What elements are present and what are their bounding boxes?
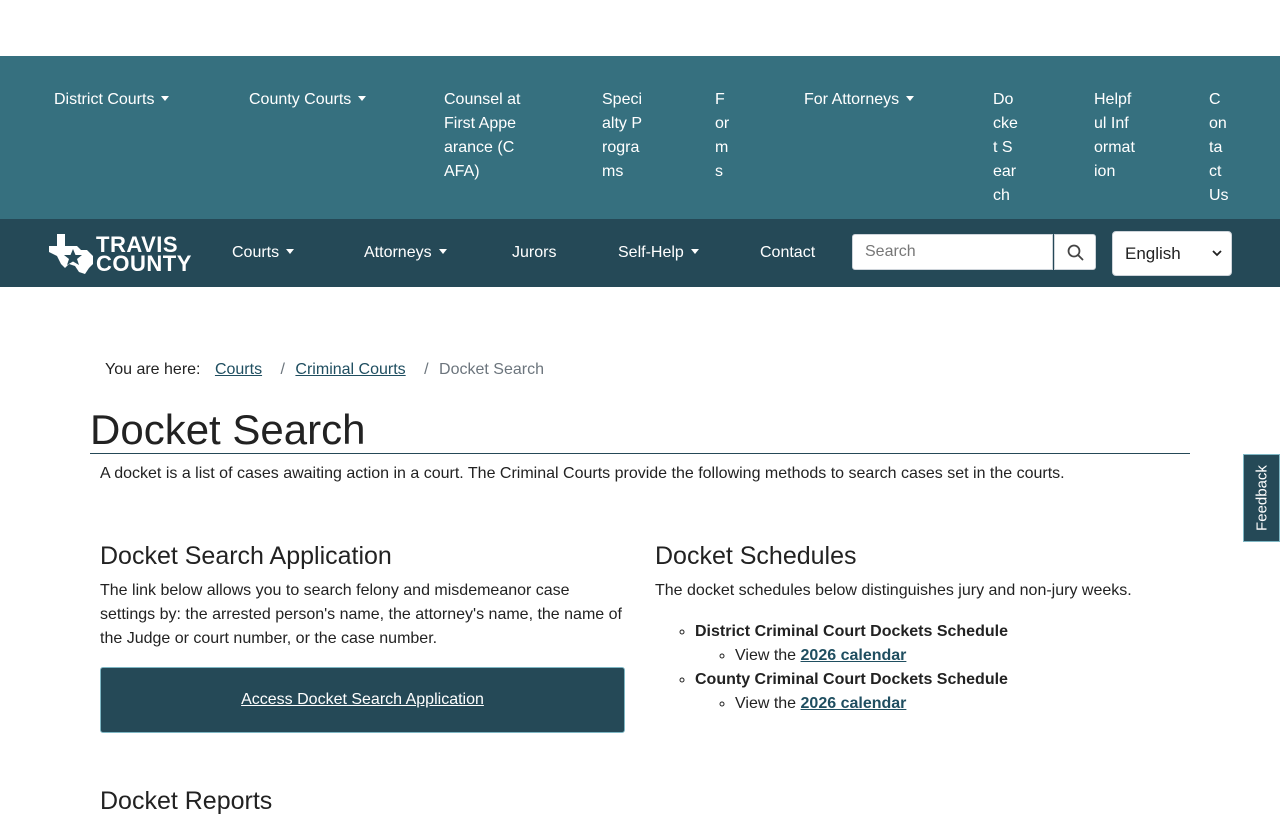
- subnav-contact-us[interactable]: Contact Us: [1209, 88, 1229, 208]
- search-button[interactable]: [1054, 234, 1096, 270]
- docket-reports-heading: Docket Reports: [100, 787, 273, 815]
- chevron-down-icon: [906, 96, 915, 101]
- access-docket-search-button[interactable]: Access Docket Search Application: [100, 667, 625, 733]
- chevron-down-icon: [161, 96, 170, 101]
- courts-subnav: District Courts County Courts Counsel at…: [0, 56, 1280, 219]
- language-select[interactable]: English: [1112, 231, 1232, 276]
- breadcrumb-courts-link[interactable]: Courts: [215, 361, 262, 378]
- breadcrumb-criminal-courts-link[interactable]: Criminal Courts: [295, 361, 405, 378]
- breadcrumb: You are here: Courts / Criminal Courts /…: [105, 360, 544, 380]
- page-title: Docket Search: [90, 406, 366, 453]
- texas-star-icon: [49, 234, 93, 274]
- subnav-for-attorneys[interactable]: For Attorneys: [804, 88, 915, 112]
- nav-jurors[interactable]: Jurors: [512, 242, 556, 264]
- schedules-heading: Docket Schedules: [655, 542, 857, 570]
- feedback-tab[interactable]: Feedback: [1243, 454, 1280, 542]
- subnav-district-label: District Courts: [54, 91, 155, 108]
- subnav-specialty-programs[interactable]: Specialty Programs: [602, 88, 644, 184]
- chevron-down-icon: [1212, 250, 1222, 257]
- breadcrumb-separator: /: [280, 361, 285, 378]
- chevron-down-icon: [358, 96, 367, 101]
- view-the-text: View the: [735, 695, 797, 712]
- district-calendar-link[interactable]: 2026 calendar: [801, 647, 907, 664]
- subnav-forms[interactable]: Forms: [715, 88, 731, 184]
- intro-text: A docket is a list of cases awaiting act…: [100, 465, 1065, 482]
- title-divider: [90, 453, 1190, 454]
- feedback-label: Feedback: [1253, 465, 1270, 531]
- chevron-down-icon: [690, 249, 699, 254]
- language-selected: English: [1125, 244, 1181, 263]
- nav-self-help-label: Self-Help: [618, 244, 684, 261]
- breadcrumb-current: Docket Search: [439, 361, 544, 378]
- subnav-helpful-information[interactable]: Helpful Information: [1094, 88, 1136, 184]
- subnav-attorneys-label: For Attorneys: [804, 91, 900, 108]
- schedules-list: District Criminal Court Dockets Schedule…: [655, 620, 1008, 716]
- nav-self-help[interactable]: Self-Help: [618, 242, 699, 264]
- subnav-district-courts[interactable]: District Courts: [54, 88, 170, 112]
- schedules-description: The docket schedules below distinguishes…: [655, 582, 1132, 599]
- chevron-down-icon: [438, 249, 447, 254]
- list-item: View the 2026 calendar: [735, 644, 1008, 668]
- list-item: District Criminal Court Dockets Schedule…: [695, 620, 1008, 668]
- search-icon: [1067, 244, 1084, 261]
- nav-attorneys-label: Attorneys: [364, 244, 432, 261]
- nav-contact[interactable]: Contact: [760, 242, 815, 264]
- list-item: County Criminal Court Dockets Schedule V…: [695, 668, 1008, 716]
- subnav-cafa[interactable]: Counsel at First Appearance (CAFA): [444, 88, 524, 184]
- nav-attorneys[interactable]: Attorneys: [364, 242, 447, 264]
- access-docket-search-label: Access Docket Search Application: [241, 691, 484, 708]
- app-description: The link below allows you to search felo…: [100, 582, 622, 647]
- county-schedule-label: County Criminal Court Dockets Schedule: [695, 671, 1008, 688]
- breadcrumb-label: You are here:: [105, 361, 201, 378]
- nav-courts[interactable]: Courts: [232, 242, 295, 264]
- subnav-county-label: County Courts: [249, 91, 352, 108]
- subnav-county-courts[interactable]: County Courts: [249, 88, 367, 112]
- district-schedule-label: District Criminal Court Dockets Schedule: [695, 623, 1008, 640]
- view-the-text: View the: [735, 647, 797, 664]
- list-item: View the 2026 calendar: [735, 692, 1008, 716]
- travis-county-logo[interactable]: TRAVIS COUNTY: [47, 232, 191, 276]
- breadcrumb-separator: /: [424, 361, 429, 378]
- county-calendar-link[interactable]: 2026 calendar: [801, 695, 907, 712]
- app-heading: Docket Search Application: [100, 542, 392, 570]
- main-nav: TRAVIS COUNTY Courts Attorneys Jurors Se…: [0, 219, 1280, 287]
- nav-courts-label: Courts: [232, 244, 280, 261]
- chevron-down-icon: [286, 249, 295, 254]
- subnav-docket-search[interactable]: Docket Search: [993, 88, 1021, 208]
- search-input[interactable]: [852, 234, 1053, 270]
- logo-line-2: COUNTY: [96, 251, 192, 276]
